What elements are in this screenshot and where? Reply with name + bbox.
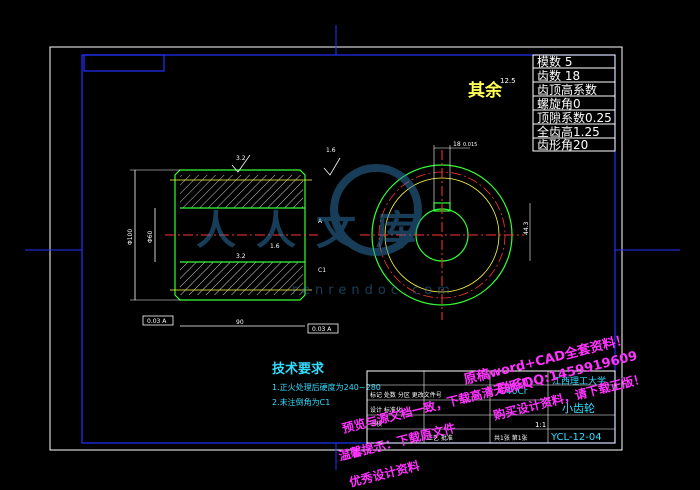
tol-right: 0.03 A (312, 326, 332, 333)
cad-drawing-canvas: 其余 12.5 模数 5 齿数 18 齿顶高系数 螺旋角0 顶隙系数0.25 全… (25, 25, 680, 490)
param-row: 齿数 18 (537, 68, 580, 83)
dim-outer-dia: Φ100 (127, 229, 134, 245)
param-row: 齿形角20 (537, 138, 588, 152)
roughness-value: 12.5 (500, 77, 516, 85)
tech-req-title: 技术要求 (272, 361, 325, 377)
param-row: 顶隙系数0.25 (537, 110, 612, 125)
chamfer-note: C1 (318, 267, 326, 274)
tech-req-item: 2.未注倒角为C1 (272, 397, 330, 407)
watermark-logo-text: 人人文库 (196, 208, 436, 254)
param-row: 螺旋角0 (537, 97, 581, 111)
dim-bore-dia: Φ60 (147, 230, 154, 243)
keyway-tol: 0.015 (463, 142, 477, 148)
tol-left: 0.03 A (147, 318, 167, 325)
param-row: 齿顶高系数 (537, 82, 597, 97)
tb-row1: 标记 处数 分区 更改文件号 (370, 391, 442, 399)
keyway-depth: 44.3 (523, 221, 530, 235)
surface-roughness-1: 3.2 (236, 155, 246, 162)
tech-req-item: 1.正火处理后硬度为240~280 (272, 382, 381, 392)
tb-drawing-no: YCL-12-04 (550, 432, 602, 443)
inverted-title-box (83, 54, 165, 72)
dim-length: 90 (236, 319, 244, 326)
watermark-url: renrendoc.com (292, 283, 455, 298)
surface-roughness-2: 3.2 (236, 253, 246, 260)
keyway-width: 18 (453, 141, 461, 148)
param-table: 模数 5 齿数 18 齿顶高系数 螺旋角0 顶隙系数0.25 全齿高1.25 齿… (532, 54, 616, 152)
promo-line: 优秀设计资料 (348, 458, 422, 490)
param-row: 模数 5 (537, 54, 572, 69)
tb-sheet: 共1张 第1张 (494, 434, 528, 442)
tb-scale: 1:1 (535, 421, 546, 429)
roughness-note: 其余 (468, 80, 503, 101)
param-row: 全齿高1.25 (537, 124, 600, 139)
surface-roughness-3: 1.6 (326, 147, 336, 154)
